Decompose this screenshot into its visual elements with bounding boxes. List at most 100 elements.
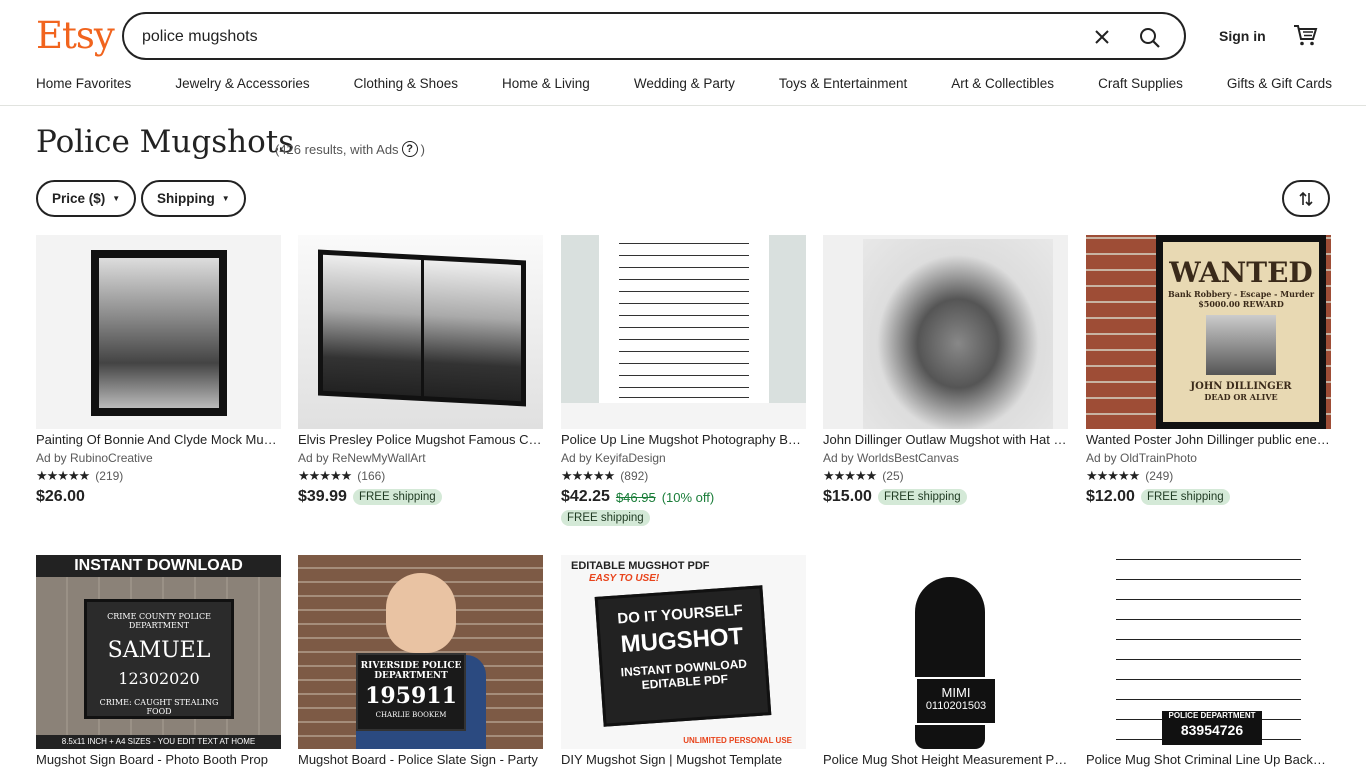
results-text: (426 results, with Ads	[275, 141, 399, 157]
star-rating-icon: ★★★★★	[823, 468, 877, 483]
poster-dead: DEAD OR ALIVE	[1204, 392, 1278, 402]
caret-down-icon: ▼	[112, 194, 121, 203]
price: $42.25	[561, 488, 610, 505]
question-icon[interactable]: ?	[401, 141, 418, 157]
sign-name: CHARLIE BOOKEM	[375, 711, 447, 719]
search-input[interactable]: police mugshots	[142, 28, 258, 46]
free-shipping-badge: FREE shipping	[352, 489, 442, 505]
star-rating-icon: ★★★★★	[298, 468, 352, 483]
rating: ★★★★★ (25)	[823, 468, 1068, 484]
listing-title[interactable]: Elvis Presley Police Mugshot Famous Cele…	[298, 432, 543, 449]
listing-card[interactable]: Painting Of Bonnie And Clyde Mock Mugsho…	[36, 235, 281, 506]
sign-number: 195911	[365, 683, 457, 709]
shop-name: Ad by KeyifaDesign	[561, 451, 666, 465]
sign-number: 0110201503	[925, 700, 987, 712]
price-filter-button[interactable]: Price ($) ▼	[36, 180, 137, 217]
shop-name: Ad by WorldsBestCanvas	[823, 451, 959, 465]
clear-search-icon[interactable]	[1088, 23, 1116, 51]
free-shipping-badge: FREE shipping	[877, 489, 967, 505]
shop-name: Ad by RubinoCreative	[36, 451, 153, 465]
listing-image[interactable]: INSTANT DOWNLOAD CRIME COUNTY POLICE DEP…	[36, 555, 281, 749]
review-count: (249)	[1145, 469, 1174, 483]
listing-card[interactable]: WANTED Bank Robbery - Escape - Murder $5…	[1086, 235, 1331, 506]
poster-reward: $5000.00 REWARD	[1198, 299, 1284, 309]
results-count: (426 results, with Ads ? )	[275, 141, 425, 157]
poster-wanted: WANTED	[1169, 256, 1313, 289]
sign-number: 83954726	[1180, 722, 1244, 738]
listing-card[interactable]: MIMI 0110201503 Police Mug Shot Height M…	[823, 555, 1068, 768]
review-count: (25)	[882, 469, 904, 483]
listing-card[interactable]: INSTANT DOWNLOAD CRIME COUNTY POLICE DEP…	[36, 555, 281, 768]
nav-home-living[interactable]: Home & Living	[502, 76, 590, 91]
listing-card[interactable]: POLICE DEPARTMENT 83954726 Police Mug Sh…	[1086, 555, 1331, 768]
nav-gifts[interactable]: Gifts & Gift Cards	[1227, 76, 1332, 91]
diy-line-2: MUGSHOT	[619, 622, 745, 659]
listing-image[interactable]: EDITABLE MUGSHOT PDF EASY TO USE! DO IT …	[561, 555, 806, 749]
page-title: Police Mugshots	[36, 124, 295, 160]
listing-title[interactable]: Mugshot Sign Board - Photo Booth Prop	[36, 752, 281, 768]
listing-title[interactable]: Mugshot Board - Police Slate Sign - Part…	[298, 752, 543, 768]
diy-line-3: INSTANT DOWNLOAD EDITABLE PDF	[620, 656, 748, 692]
star-rating-icon: ★★★★★	[1086, 468, 1140, 483]
nav-craft[interactable]: Craft Supplies	[1098, 76, 1183, 91]
review-count: (166)	[357, 469, 386, 483]
listing-card[interactable]: John Dillinger Outlaw Mugshot with Hat C…	[823, 235, 1068, 506]
listing-image[interactable]	[36, 235, 281, 429]
rating: ★★★★★ (249)	[1086, 468, 1331, 484]
listing-image[interactable]: WANTED Bank Robbery - Escape - Murder $5…	[1086, 235, 1331, 429]
sign-crime: CRIME: CAUGHT STEALING FOOD	[99, 698, 219, 716]
shop-name: Ad by OldTrainPhoto	[1086, 451, 1197, 465]
shipping-filter-button[interactable]: Shipping ▼	[141, 180, 246, 217]
sort-button[interactable]	[1282, 180, 1330, 217]
listing-title[interactable]: John Dillinger Outlaw Mugshot with Hat C…	[823, 432, 1068, 449]
listing-image[interactable]: POLICE DEPARTMENT 83954726	[1086, 555, 1331, 749]
sizes-banner: 8.5x11 INCH + A4 SIZES - YOU EDIT TEXT A…	[36, 735, 281, 749]
nav-toys[interactable]: Toys & Entertainment	[779, 76, 907, 91]
listing-image[interactable]	[561, 235, 806, 429]
listing-title[interactable]: DIY Mugshot Sign | Mugshot Template	[561, 752, 806, 768]
shop-name: Ad by ReNewMyWallArt	[298, 451, 426, 465]
listing-image[interactable]: RIVERSIDE POLICE DEPARTMENT 195911 CHARL…	[298, 555, 543, 749]
listing-card[interactable]: Elvis Presley Police Mugshot Famous Cele…	[298, 235, 543, 506]
listing-title[interactable]: Police Up Line Mugshot Photography Backd…	[561, 432, 806, 449]
listing-card[interactable]: RIVERSIDE POLICE DEPARTMENT 195911 CHARL…	[298, 555, 543, 768]
nav-wedding[interactable]: Wedding & Party	[634, 76, 735, 91]
cart-icon[interactable]	[1292, 22, 1320, 50]
search-icon[interactable]	[1134, 22, 1166, 54]
price: $26.00	[36, 488, 85, 505]
nav-clothing[interactable]: Clothing & Shoes	[354, 76, 458, 91]
price-row: $42.25 $46.95 (10% off)	[561, 488, 806, 506]
listing-title[interactable]: Police Mug Shot Criminal Line Up Backdro…	[1086, 752, 1331, 768]
nav-art[interactable]: Art & Collectibles	[951, 76, 1054, 91]
rating: ★★★★★ (892)	[561, 468, 806, 484]
rating: ★★★★★ (219)	[36, 468, 281, 484]
category-nav: Home Favorites Jewelry & Accessories Clo…	[36, 76, 1332, 91]
listing-image[interactable]	[298, 235, 543, 429]
caret-down-icon: ▼	[221, 194, 230, 203]
price: $39.99	[298, 488, 347, 505]
listing-image[interactable]: MIMI 0110201503	[823, 555, 1068, 749]
star-rating-icon: ★★★★★	[36, 468, 90, 483]
free-shipping-badge: FREE shipping	[1140, 489, 1230, 505]
discount: (10% off)	[661, 489, 715, 505]
listing-image[interactable]	[823, 235, 1068, 429]
price-row: $39.99 FREE shipping	[298, 488, 543, 506]
listing-title[interactable]: Painting Of Bonnie And Clyde Mock Mugsho…	[36, 432, 281, 449]
search-bar[interactable]: police mugshots	[122, 12, 1186, 60]
price-row: $26.00	[36, 488, 281, 506]
results-close: )	[420, 141, 425, 157]
sign-dept: POLICE DEPARTMENT	[1168, 711, 1256, 720]
free-shipping-badge: FREE shipping	[561, 510, 650, 526]
sign-number: 12302020	[118, 669, 200, 688]
nav-jewelry[interactable]: Jewelry & Accessories	[175, 76, 309, 91]
listing-card[interactable]: Police Up Line Mugshot Photography Backd…	[561, 235, 806, 526]
sign-in-link[interactable]: Sign in	[1219, 28, 1266, 44]
original-price: $46.95	[615, 489, 656, 505]
listing-title[interactable]: Wanted Poster John Dillinger public enem…	[1086, 432, 1331, 449]
nav-home-favorites[interactable]: Home Favorites	[36, 76, 131, 91]
listing-title[interactable]: Police Mug Shot Height Measurement Poste…	[823, 752, 1068, 768]
sort-icon	[1299, 191, 1313, 206]
instant-download-banner: INSTANT DOWNLOAD	[36, 555, 281, 577]
etsy-logo[interactable]: Etsy	[36, 14, 115, 57]
listing-card[interactable]: EDITABLE MUGSHOT PDF EASY TO USE! DO IT …	[561, 555, 806, 768]
